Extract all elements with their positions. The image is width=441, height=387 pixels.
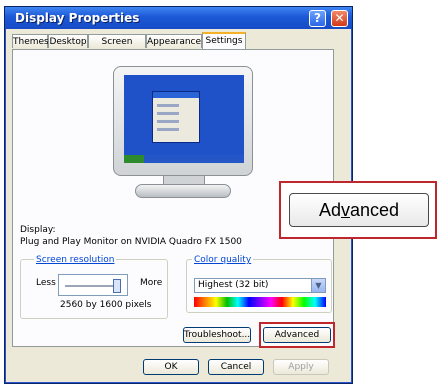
screen-dialog-preview: [152, 91, 200, 143]
monitor-screen: [124, 75, 244, 163]
color-quality-value: Highest (32 bit): [198, 280, 269, 290]
ok-button[interactable]: OK: [143, 359, 199, 375]
color-quality-label: Color quality: [192, 255, 254, 265]
monitor-preview: [113, 66, 253, 198]
tab-screen-saver[interactable]: Screen Saver: [88, 34, 146, 61]
cancel-button[interactable]: Cancel: [208, 359, 264, 375]
advanced-zoom-callout: Advanced: [279, 181, 437, 239]
slider-thumb[interactable]: [113, 279, 121, 293]
advanced-highlight-box: [259, 322, 335, 348]
screen-resolution-label: Screen resolution: [34, 255, 117, 265]
chevron-down-icon[interactable]: ▼: [311, 279, 325, 292]
more-label: More: [140, 278, 163, 288]
window-title: Display Properties: [15, 11, 140, 25]
color-quality-select[interactable]: Highest (32 bit) ▼: [194, 278, 326, 293]
title-bar[interactable]: Display Properties ? ✕: [5, 7, 352, 29]
color-spectrum-bar: [194, 297, 326, 307]
monitor-base: [135, 184, 231, 198]
screen-resolution-slider[interactable]: [58, 274, 128, 296]
advanced-button-zoomed[interactable]: Advanced: [289, 193, 429, 227]
close-button[interactable]: ✕: [331, 10, 348, 27]
tab-appearance[interactable]: Appearance: [146, 34, 202, 48]
monitor-bezel: [113, 66, 253, 176]
help-button[interactable]: ?: [309, 10, 326, 27]
display-value: Plug and Play Monitor on NVIDIA Quadro F…: [20, 237, 242, 247]
resolution-value: 2560 by 1600 pixels: [60, 300, 152, 310]
tab-settings[interactable]: Settings: [202, 32, 246, 50]
apply-button[interactable]: Apply: [273, 359, 329, 375]
tab-themes[interactable]: Themes: [12, 34, 49, 48]
display-label: Display:: [20, 225, 56, 235]
tab-desktop[interactable]: Desktop: [48, 34, 88, 48]
screen-start-button: [124, 155, 144, 163]
troubleshoot-button[interactable]: Troubleshoot...: [183, 327, 251, 343]
less-label: Less: [36, 278, 56, 288]
